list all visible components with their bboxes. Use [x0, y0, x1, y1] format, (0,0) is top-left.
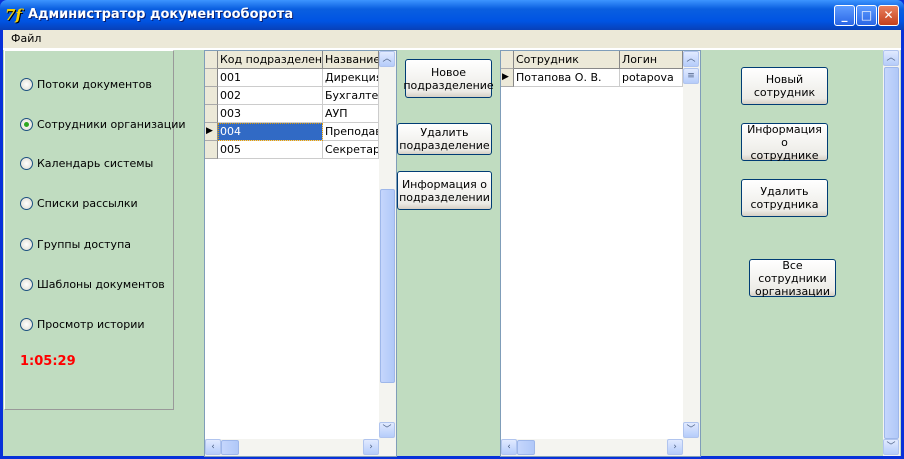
- nav-radio-4[interactable]: Группы доступа: [20, 237, 131, 251]
- nav-radio-5[interactable]: Шаблоны документов: [20, 277, 165, 291]
- row-indicator[interactable]: ▶: [501, 69, 514, 87]
- clock: 1:05:29: [20, 354, 76, 369]
- table-cell[interactable]: 001: [218, 69, 323, 87]
- table-cell[interactable]: Дирекция: [323, 69, 379, 87]
- column-header-code[interactable]: Код подразделения: [218, 51, 323, 69]
- column-header-name[interactable]: Название: [323, 51, 379, 69]
- table-cell[interactable]: АУП: [323, 105, 379, 123]
- scroll-thumb[interactable]: [380, 189, 395, 383]
- scroll-down-icon[interactable]: ﹀: [883, 439, 899, 455]
- nav-label: Шаблоны документов: [37, 277, 165, 291]
- close-button[interactable]: ✕: [878, 5, 899, 26]
- scroll-thumb[interactable]: [517, 440, 535, 455]
- scroll-down-icon[interactable]: ﹀: [379, 422, 395, 438]
- column-header-login[interactable]: Логин: [620, 51, 683, 69]
- radio-icon: [20, 156, 33, 170]
- table-cell[interactable]: Бухгалтерия: [323, 87, 379, 105]
- minimize-button[interactable]: _: [834, 5, 855, 26]
- scroll-down-icon[interactable]: ﹀: [683, 422, 699, 438]
- indicator-header: [501, 51, 514, 69]
- radio-icon: [20, 317, 33, 331]
- vertical-scrollbar[interactable]: ︿ ﹀: [379, 51, 396, 439]
- delete-department-button[interactable]: Удалить подразделение: [397, 123, 492, 155]
- radio-icon: [20, 277, 33, 291]
- menu-bar: Файл: [3, 30, 901, 48]
- table-cell[interactable]: 005: [218, 141, 323, 159]
- employee-info-button[interactable]: Информация о сотруднике: [741, 123, 828, 162]
- maximize-button[interactable]: □: [856, 5, 877, 26]
- app-icon: 7f: [5, 6, 22, 24]
- nav-label: Списки рассылки: [37, 196, 138, 210]
- menu-file[interactable]: Файл: [11, 32, 41, 45]
- scroll-thumb[interactable]: [884, 67, 899, 439]
- horizontal-scrollbar[interactable]: ‹ ›: [205, 439, 396, 456]
- departments-grid[interactable]: Код подразделения Название 001Дирекция00…: [204, 50, 397, 457]
- nav-label: Календарь системы: [37, 156, 154, 170]
- row-indicator[interactable]: [205, 141, 218, 159]
- radio-icon: [20, 117, 33, 131]
- table-cell[interactable]: 003: [218, 105, 323, 123]
- scroll-up-icon[interactable]: ︿: [883, 50, 899, 66]
- scroll-thumb[interactable]: ≡: [683, 68, 699, 84]
- scroll-thumb[interactable]: [221, 440, 239, 455]
- row-indicator[interactable]: [205, 69, 218, 87]
- radio-icon: [20, 196, 33, 210]
- radio-icon: [20, 77, 33, 91]
- indicator-header: [205, 51, 218, 69]
- scroll-up-icon[interactable]: ︿: [379, 51, 395, 67]
- row-indicator[interactable]: [205, 105, 218, 123]
- column-header-employee[interactable]: Сотрудник: [514, 51, 620, 69]
- nav-label: Потоки документов: [37, 77, 152, 91]
- scroll-left-icon[interactable]: ‹: [205, 439, 221, 455]
- title-bar[interactable]: 7f Администратор документооборота _ □ ✕: [0, 0, 904, 30]
- nav-radio-0[interactable]: Потоки документов: [20, 77, 152, 91]
- new-department-button[interactable]: Новое подразделение: [403, 59, 494, 98]
- nav-radio-3[interactable]: Списки рассылки: [20, 196, 138, 210]
- table-cell[interactable]: Потапова О. В.: [514, 69, 620, 87]
- new-employee-button[interactable]: Новый сотрудник: [741, 67, 828, 105]
- employees-grid[interactable]: Сотрудник Логин ▶ Потапова О. В. potapova …: [500, 50, 701, 457]
- nav-label: Сотрудники организации: [37, 117, 186, 131]
- scroll-right-icon[interactable]: ›: [667, 439, 683, 455]
- scroll-up-icon[interactable]: ︿: [683, 51, 699, 67]
- vertical-scrollbar[interactable]: ︿ ≡ ﹀: [683, 51, 700, 439]
- row-indicator[interactable]: ▶: [205, 123, 218, 141]
- nav-radio-2[interactable]: Календарь системы: [20, 156, 153, 170]
- table-cell[interactable]: potapova: [620, 69, 683, 87]
- nav-label: Группы доступа: [37, 237, 131, 251]
- radio-icon: [20, 237, 33, 251]
- table-cell[interactable]: Секретариат: [323, 141, 379, 159]
- scroll-right-icon[interactable]: ›: [363, 439, 379, 455]
- row-indicator[interactable]: [205, 87, 218, 105]
- nav-radio-6[interactable]: Просмотр истории: [20, 317, 145, 331]
- scroll-left-icon[interactable]: ‹: [501, 439, 517, 455]
- table-cell[interactable]: 004: [218, 123, 323, 141]
- window-title: Администратор документооборота: [28, 7, 294, 22]
- horizontal-scrollbar[interactable]: ‹ ›: [501, 439, 700, 456]
- table-cell[interactable]: 002: [218, 87, 323, 105]
- delete-employee-button[interactable]: Удалить сотрудника: [741, 179, 828, 217]
- all-employees-button[interactable]: Все сотрудники организации: [749, 259, 836, 298]
- nav-radio-1[interactable]: Сотрудники организации: [20, 117, 186, 131]
- department-info-button[interactable]: Информация о подразделении: [397, 171, 492, 210]
- form-vertical-scrollbar[interactable]: ︿ ﹀: [883, 50, 900, 456]
- nav-label: Просмотр истории: [37, 317, 145, 331]
- table-cell[interactable]: Преподаватели: [323, 123, 379, 141]
